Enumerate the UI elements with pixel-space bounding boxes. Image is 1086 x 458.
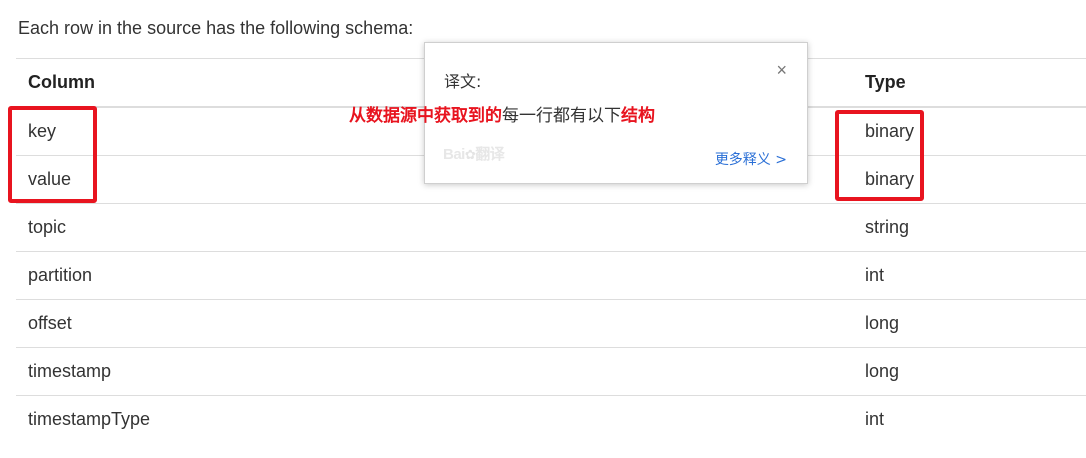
popup-title: 译文: [444,72,482,91]
type-cell: int [853,251,1086,300]
type-cell: long [853,299,1086,348]
translation-highlight-1: 从数据源中获取到的 [349,106,502,126]
column-name-cell: timestampType [16,395,853,443]
paw-icon: ✿ [464,147,476,162]
type-cell: int [853,395,1086,443]
translation-highlight-2: 结构 [621,106,655,126]
baidu-translate-logo: Bai✿翻译 [443,143,505,164]
close-icon[interactable]: × [776,61,787,79]
table-row: timestamp long [16,347,1086,396]
type-cell: long [853,347,1086,396]
translation-annotation: 从数据源中获取到的每一行都有以下结构 [349,101,655,126]
column-name-cell: timestamp [16,347,853,396]
table-row: offset long [16,299,1086,348]
column-name-cell: partition [16,251,853,300]
translation-text: 每一行都有以下 [502,106,621,126]
highlight-box-key-value [8,106,97,203]
table-row: timestampType int [16,395,1086,443]
schema-intro-text: Each row in the source has the following… [18,18,414,38]
column-name-cell: offset [16,299,853,348]
logo-suffix: 翻译 [475,146,505,163]
table-row: topic string [16,203,1086,252]
column-name-cell: topic [16,203,853,252]
type-header: Type [853,58,1086,108]
type-cell: string [853,203,1086,252]
more-definitions-link[interactable]: 更多释义 > [715,149,787,169]
table-row: partition int [16,251,1086,300]
logo-text: Bai [443,146,465,163]
highlight-box-binary-types [835,110,924,201]
